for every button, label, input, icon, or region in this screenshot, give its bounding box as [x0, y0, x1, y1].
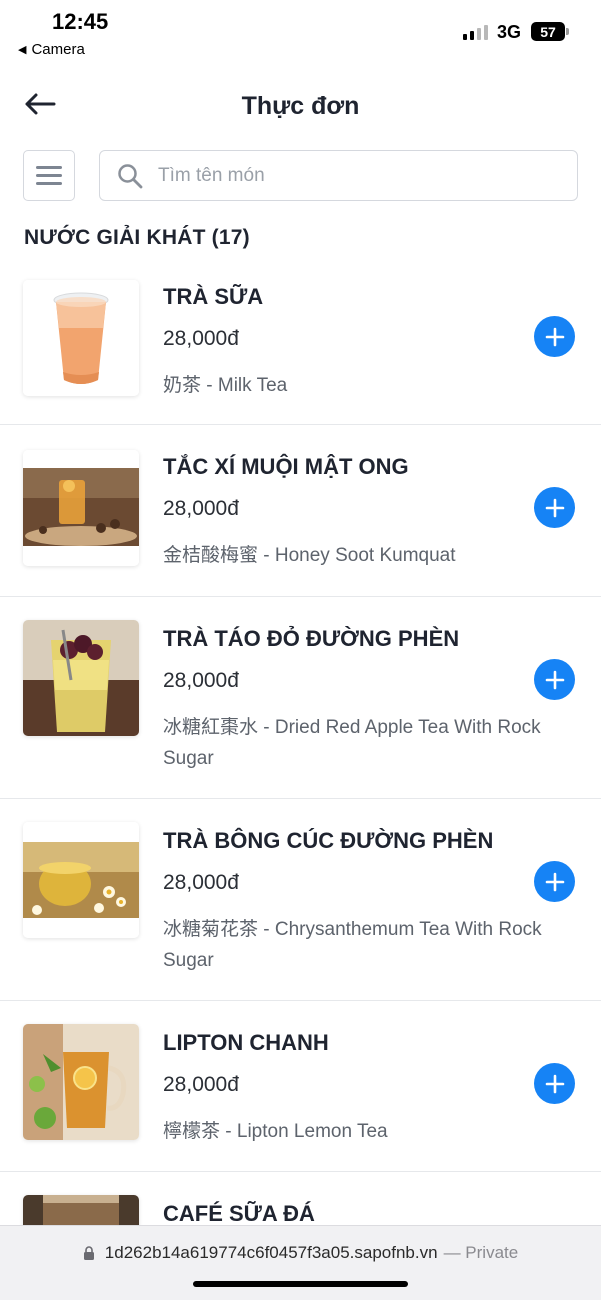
item-image	[23, 620, 139, 736]
item-description: 檸檬茶 - Lipton Lemon Tea	[163, 1121, 388, 1142]
back-to-app-link[interactable]: ◀ Camera	[18, 41, 85, 58]
add-to-cart-button[interactable]	[534, 659, 575, 700]
back-triangle-icon: ◀	[18, 44, 27, 56]
plus-icon	[545, 872, 564, 891]
header: Thực đơn	[0, 80, 601, 136]
item-name: CAFÉ SỮA ĐÁ	[163, 1201, 315, 1226]
private-label: — Private	[443, 1243, 519, 1262]
plus-icon	[545, 1074, 564, 1093]
menu-item[interactable]: LIPTON CHANH 28,000đ 檸檬茶 - Lipton Lemon …	[0, 1002, 601, 1172]
signal-icon	[463, 24, 488, 40]
hamburger-icon-line	[36, 174, 62, 177]
item-name: TRÀ BÔNG CÚC ĐƯỜNG PHÈN	[163, 828, 494, 853]
hamburger-icon-line	[36, 182, 62, 185]
item-name: LIPTON CHANH	[163, 1030, 329, 1055]
item-name: TRÀ TÁO ĐỎ ĐƯỜNG PHÈN	[163, 626, 460, 651]
battery-level: 57	[540, 23, 556, 40]
menu-item[interactable]: TRÀ SỮA 28,000đ 奶茶 - Milk Tea	[0, 262, 601, 425]
search-icon	[118, 164, 143, 189]
add-to-cart-button[interactable]	[534, 316, 575, 357]
menu-item[interactable]: TRÀ BÔNG CÚC ĐƯỜNG PHÈN 28,000đ 冰糖菊花茶 - …	[0, 800, 601, 1001]
item-price: 28,000đ	[163, 1073, 239, 1096]
category-heading: NƯỚC GIẢI KHÁT (17)	[24, 226, 250, 249]
item-name: TRÀ SỮA	[163, 284, 264, 309]
network-type: 3G	[497, 22, 522, 42]
add-to-cart-button[interactable]	[534, 1063, 575, 1104]
item-price: 28,000đ	[163, 871, 239, 894]
category-menu-button[interactable]	[23, 150, 75, 201]
page-title: Thực đơn	[241, 92, 360, 120]
search-input[interactable]	[158, 159, 558, 192]
item-description: 冰糖紅棗水 - Dried Red Apple Tea With Rock Su…	[163, 717, 541, 769]
item-image	[23, 450, 139, 566]
plus-icon	[545, 327, 564, 346]
status-bar: 12:45 ◀ Camera 3G 57	[0, 0, 601, 64]
item-name: TẮC XÍ MUỘI MẬT ONG	[163, 454, 409, 479]
battery-icon: 57	[531, 22, 569, 41]
add-to-cart-button[interactable]	[534, 487, 575, 528]
browser-url-bar[interactable]: 1d262b14a619774c6f0457f3a05.sapofnb.vn —…	[0, 1225, 601, 1300]
lock-icon	[83, 1246, 94, 1260]
back-app-label: Camera	[31, 41, 85, 58]
item-price: 28,000đ	[163, 669, 239, 692]
hamburger-icon-line	[36, 166, 62, 169]
add-to-cart-button[interactable]	[534, 861, 575, 902]
menu-item[interactable]: TẮC XÍ MUỘI MẬT ONG 28,000đ 金桔酸梅蜜 - Hone…	[0, 426, 601, 597]
item-price: 28,000đ	[163, 327, 239, 350]
item-price: 28,000đ	[163, 497, 239, 520]
home-indicator[interactable]	[193, 1281, 408, 1287]
plus-icon	[545, 670, 564, 689]
item-description: 金桔酸梅蜜 - Honey Soot Kumquat	[163, 545, 456, 566]
item-description: 冰糖菊花茶 - Chrysanthemum Tea With Rock Suga…	[163, 919, 542, 971]
url-text: 1d262b14a619774c6f0457f3a05.sapofnb.vn	[104, 1243, 438, 1262]
plus-icon	[545, 498, 564, 517]
item-description: 奶茶 - Milk Tea	[163, 375, 288, 396]
item-image	[23, 280, 139, 396]
item-image	[23, 1024, 139, 1140]
menu-item[interactable]: TRÀ TÁO ĐỎ ĐƯỜNG PHÈN 28,000đ 冰糖紅棗水 - Dr…	[0, 598, 601, 799]
status-time: 12:45	[52, 9, 109, 34]
item-image	[23, 822, 139, 938]
search-box[interactable]	[99, 150, 578, 201]
